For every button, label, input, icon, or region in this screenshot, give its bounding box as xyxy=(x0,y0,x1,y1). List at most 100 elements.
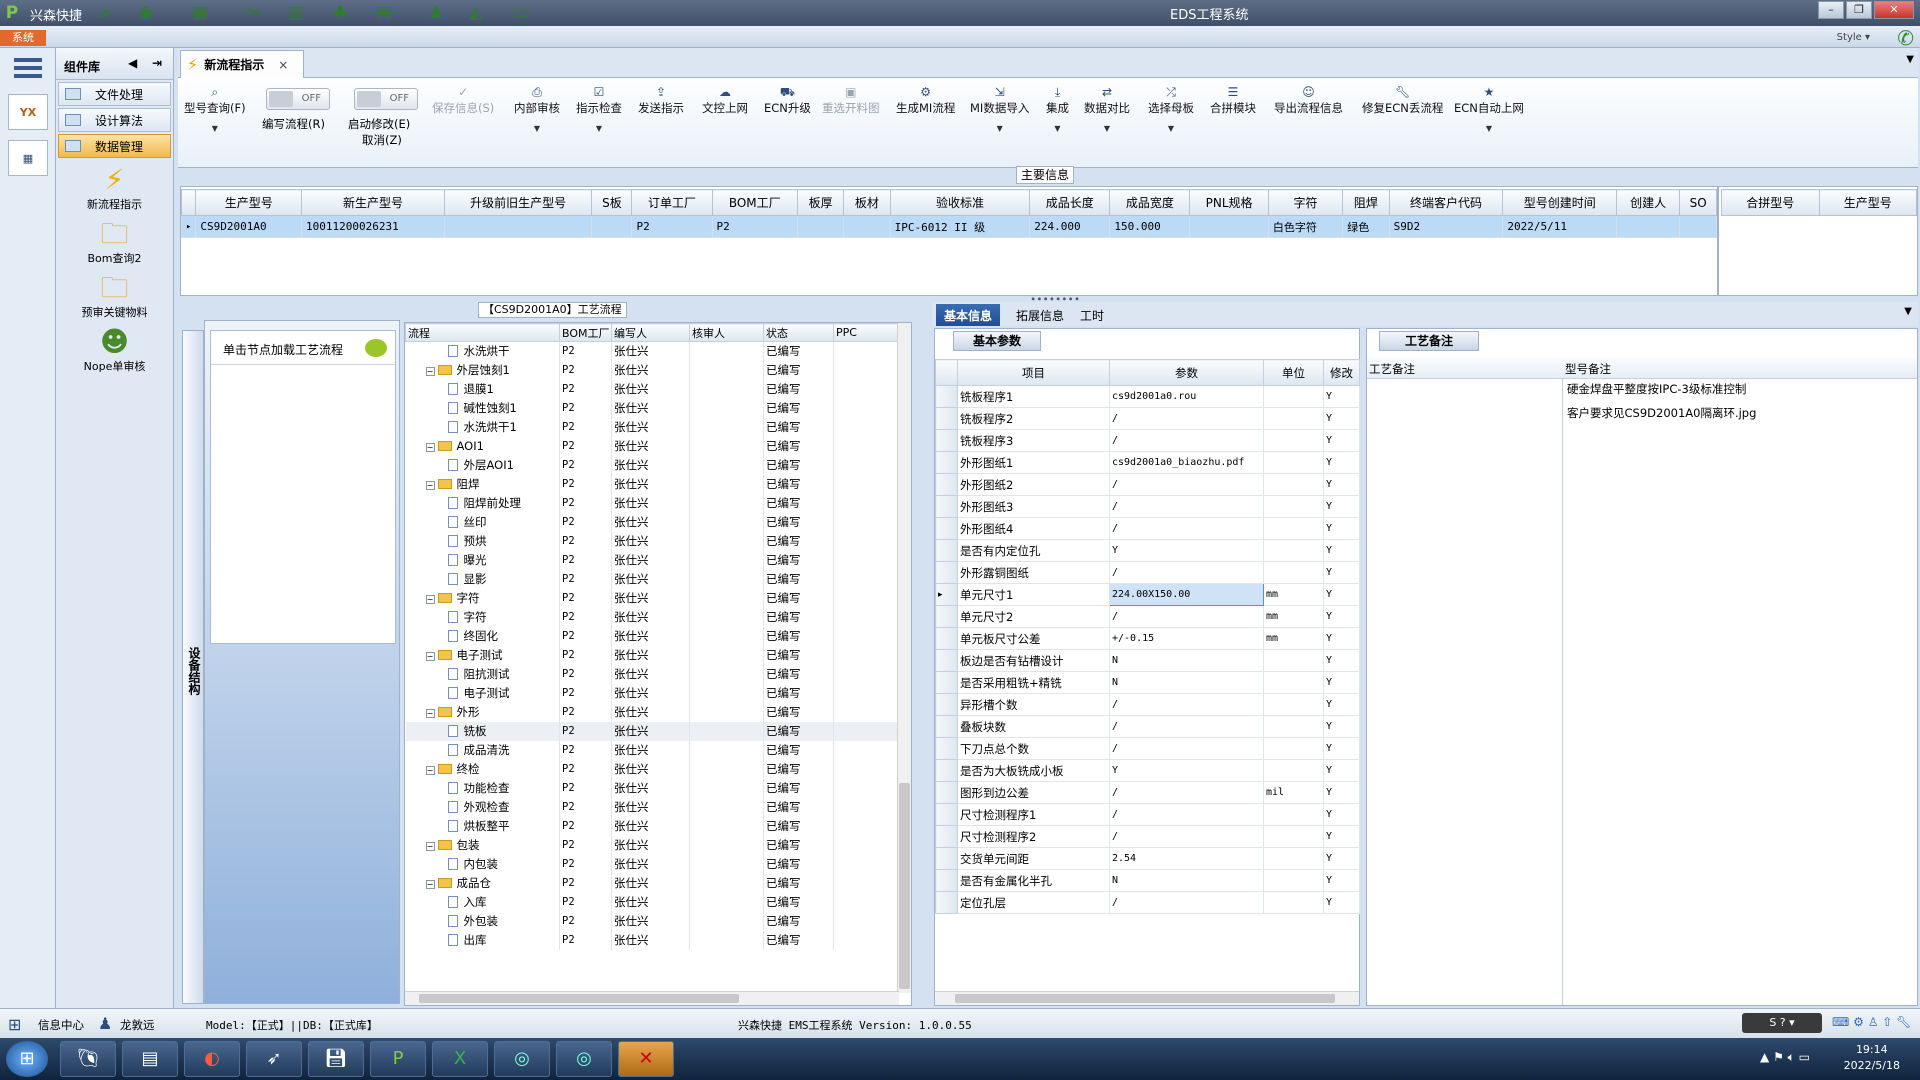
param-unit[interactable] xyxy=(1263,517,1324,540)
tree-cell-author[interactable]: 张仕兴 xyxy=(611,835,690,855)
tree-cell-reviewer[interactable] xyxy=(689,493,764,513)
tree-cell-bom[interactable]: P2 xyxy=(559,797,612,817)
grid-icon[interactable]: ▦ xyxy=(190,3,210,23)
tree-cell-bom[interactable]: P2 xyxy=(559,455,612,475)
tree-cell-status[interactable]: 已编写 xyxy=(763,702,834,722)
param-row[interactable]: 单元尺寸2/mm Y xyxy=(935,605,1360,628)
tree-cell-status[interactable]: 已编写 xyxy=(763,379,834,399)
tree-cell-status[interactable]: 已编写 xyxy=(763,607,834,627)
column-header[interactable]: 项目 xyxy=(957,359,1110,386)
tree-cell-status[interactable]: 已编写 xyxy=(763,550,834,570)
system-menu[interactable]: 系统 xyxy=(0,30,46,46)
param-unit[interactable] xyxy=(1263,473,1324,496)
tree-cell-bom[interactable]: P2 xyxy=(559,512,612,532)
param-modify-flag[interactable]: Y xyxy=(1323,451,1360,474)
column-header[interactable]: 阻焊 xyxy=(1342,189,1390,216)
tree-node[interactable]: 成品清洗 xyxy=(405,740,560,760)
tree-cell-reviewer[interactable] xyxy=(689,474,764,494)
tree-node[interactable]: 预烘 xyxy=(405,531,560,551)
tree-cell-author[interactable]: 张仕兴 xyxy=(611,455,690,475)
tree-cell-author[interactable]: 张仕兴 xyxy=(611,474,690,494)
save-info-button[interactable]: ✓ 保存信息(S) xyxy=(432,84,494,116)
param-unit[interactable] xyxy=(1263,803,1324,826)
tree-node[interactable]: 碱性蚀刻1 xyxy=(405,398,560,418)
tree-cell-author[interactable]: 张仕兴 xyxy=(611,911,690,931)
tree-cell-bom[interactable]: P2 xyxy=(559,816,612,836)
tree-node[interactable]: 丝印 xyxy=(405,512,560,532)
tree-cell-author[interactable]: 张仕兴 xyxy=(611,550,690,570)
tree-cell-author[interactable]: 张仕兴 xyxy=(611,626,690,646)
tree-cell-ppc[interactable] xyxy=(833,892,900,912)
search-icon[interactable]: ⌕ xyxy=(96,3,116,23)
start-edit-toggle[interactable]: OFF xyxy=(354,88,418,110)
param-value-field[interactable]: / xyxy=(1109,473,1264,496)
tab-menu-icon[interactable]: ▼ xyxy=(1906,54,1914,65)
person-icon[interactable]: ♟ xyxy=(426,3,446,23)
param-modify-flag[interactable]: Y xyxy=(1323,869,1360,892)
tree-cell-reviewer[interactable] xyxy=(689,759,764,779)
tree-cell-ppc[interactable] xyxy=(833,531,900,551)
tree-cell-status[interactable]: 已编写 xyxy=(763,759,834,779)
param-modify-flag[interactable]: Y xyxy=(1323,803,1360,826)
tree-cell-ppc[interactable] xyxy=(833,436,900,456)
param-row[interactable]: 板边是否有钻槽设计 N Y xyxy=(935,649,1360,672)
tree-row[interactable]: − 包装 P2 张仕兴 已编写 xyxy=(405,835,900,855)
tree-cell-reviewer[interactable] xyxy=(689,683,764,703)
param-modify-flag[interactable]: Y xyxy=(1323,759,1360,782)
tree-cell-ppc[interactable] xyxy=(833,816,900,836)
column-header[interactable]: 合拼型号 xyxy=(1721,189,1820,216)
tree-cell-status[interactable]: 已编写 xyxy=(763,816,834,836)
tree-cell-status[interactable]: 已编写 xyxy=(763,417,834,437)
taskbar-save-icon[interactable]: 💾︎ xyxy=(308,1041,364,1077)
param-value-field[interactable]: / xyxy=(1109,825,1264,848)
column-header[interactable]: 升级前旧生产型号 xyxy=(443,189,593,216)
tree-cell-author[interactable]: 张仕兴 xyxy=(611,797,690,817)
param-unit[interactable] xyxy=(1263,407,1324,430)
row-header[interactable] xyxy=(935,737,958,760)
row-header[interactable] xyxy=(935,891,958,914)
column-header[interactable]: PNL规格 xyxy=(1189,189,1269,216)
tree-cell-bom[interactable]: P2 xyxy=(559,911,612,931)
tree-row[interactable]: − 外层蚀刻1 P2 张仕兴 已编写 xyxy=(405,360,900,380)
tree-cell-author[interactable]: 张仕兴 xyxy=(611,759,690,779)
tree-cell-author[interactable]: 张仕兴 xyxy=(611,702,690,722)
row-header[interactable] xyxy=(935,561,958,584)
param-row[interactable]: 叠板块数 / Y xyxy=(935,715,1360,738)
param-value-field[interactable]: cs9d2001a0.rou xyxy=(1109,385,1264,408)
table-cell[interactable]: S9D2 xyxy=(1388,215,1504,238)
row-header[interactable] xyxy=(935,803,958,826)
tree-cell-ppc[interactable] xyxy=(833,398,900,418)
generate-mi-flow-button[interactable]: ⚙ 生成MI流程 xyxy=(896,84,955,116)
tree-node[interactable]: 外观检查 xyxy=(405,797,560,817)
tree-node[interactable]: 出库 xyxy=(405,930,560,950)
param-modify-flag[interactable]: Y xyxy=(1323,781,1360,804)
param-unit[interactable] xyxy=(1263,891,1324,914)
tree-cell-reviewer[interactable] xyxy=(689,455,764,475)
tree-cell-bom[interactable]: P2 xyxy=(559,417,612,437)
tree-cell-status[interactable]: 已编写 xyxy=(763,588,834,608)
param-value-field[interactable]: cs9d2001a0_biaozhu.pdf xyxy=(1109,451,1264,474)
column-header[interactable]: 板厚 xyxy=(796,189,845,216)
tab-close-icon[interactable]: × xyxy=(278,58,288,72)
tree-cell-author[interactable]: 张仕兴 xyxy=(611,664,690,684)
tree-cell-reviewer[interactable] xyxy=(689,607,764,627)
merge-module-button[interactable]: ☰ 合拼模块 xyxy=(1210,84,1256,116)
tree-cell-reviewer[interactable] xyxy=(689,531,764,551)
tree-cell-author[interactable]: 张仕兴 xyxy=(611,740,690,760)
tree-icon[interactable]: ♣ xyxy=(330,3,350,23)
ecn-auto-online-button[interactable]: ★ ECN自动上网 ▼ xyxy=(1454,84,1524,133)
tree-cell-bom[interactable]: P2 xyxy=(559,607,612,627)
tree-node[interactable]: 终固化 xyxy=(405,626,560,646)
tree-cell-ppc[interactable] xyxy=(833,493,900,513)
param-unit[interactable]: mil xyxy=(1263,781,1324,804)
tree-cell-author[interactable]: 张仕兴 xyxy=(611,531,690,551)
param-unit[interactable]: mm xyxy=(1263,627,1324,650)
param-modify-flag[interactable]: Y xyxy=(1323,429,1360,452)
tree-cell-bom[interactable]: P2 xyxy=(559,740,612,760)
param-unit[interactable] xyxy=(1263,759,1324,782)
row-header[interactable] xyxy=(935,429,958,452)
instruction-check-button[interactable]: ☑ 指示检查 ▼ xyxy=(576,84,622,133)
param-row[interactable]: 交货单元间距 2.54 Y xyxy=(935,847,1360,870)
tree-cell-bom[interactable]: P2 xyxy=(559,588,612,608)
column-header[interactable]: 创建人 xyxy=(1616,189,1681,216)
